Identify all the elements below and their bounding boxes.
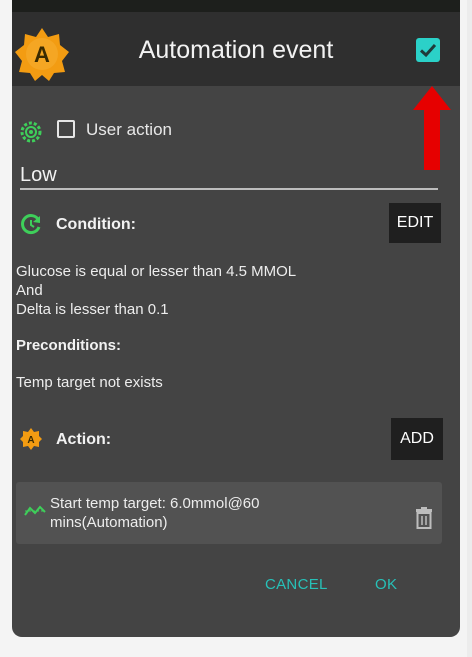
cancel-button[interactable]: CANCEL (265, 576, 328, 593)
preconditions-label: Preconditions: (16, 337, 122, 354)
action-label: Action: (56, 431, 112, 448)
ok-button[interactable]: OK (375, 576, 397, 593)
condition-description: Glucose is equal or lesser than 4.5 MMOL… (16, 262, 296, 319)
add-action-button[interactable]: ADD (391, 418, 443, 460)
dialog-title: Automation event (138, 36, 334, 64)
temp-target-icon (24, 505, 46, 516)
condition-label: Condition: (56, 216, 136, 233)
action-list-item[interactable]: Start temp target: 6.0mmol@60 mins(Autom… (16, 482, 442, 544)
event-name-value: Low (20, 164, 57, 186)
action-icon: A (20, 428, 42, 450)
check-icon (419, 43, 437, 58)
condition-icon (21, 214, 41, 234)
user-action-label: User action (86, 120, 172, 139)
trash-icon[interactable] (414, 507, 434, 529)
preconditions-text: Temp target not exists (16, 374, 163, 391)
action-line: Start temp target: 6.0mmol@60 (50, 495, 260, 512)
action-icon-letter: A (27, 435, 34, 446)
condition-line: And (16, 282, 43, 299)
user-action-checkbox[interactable] (57, 120, 75, 138)
dialog-header: A Automation event (12, 12, 460, 86)
action-description: Start temp target: 6.0mmol@60 mins(Autom… (50, 494, 259, 532)
condition-line: Delta is lesser than 0.1 (16, 301, 169, 318)
gear-icon (20, 121, 42, 143)
action-line: mins(Automation) (50, 514, 168, 531)
automation-event-dialog: A Automation event User action Low Condi… (12, 12, 460, 637)
event-name-input[interactable]: Low (20, 160, 438, 190)
condition-line: Glucose is equal or lesser than 4.5 MMOL (16, 263, 297, 280)
edit-condition-button[interactable]: EDIT (389, 203, 441, 243)
right-edge-strip (467, 0, 472, 657)
confirm-checkbox[interactable] (416, 38, 440, 62)
